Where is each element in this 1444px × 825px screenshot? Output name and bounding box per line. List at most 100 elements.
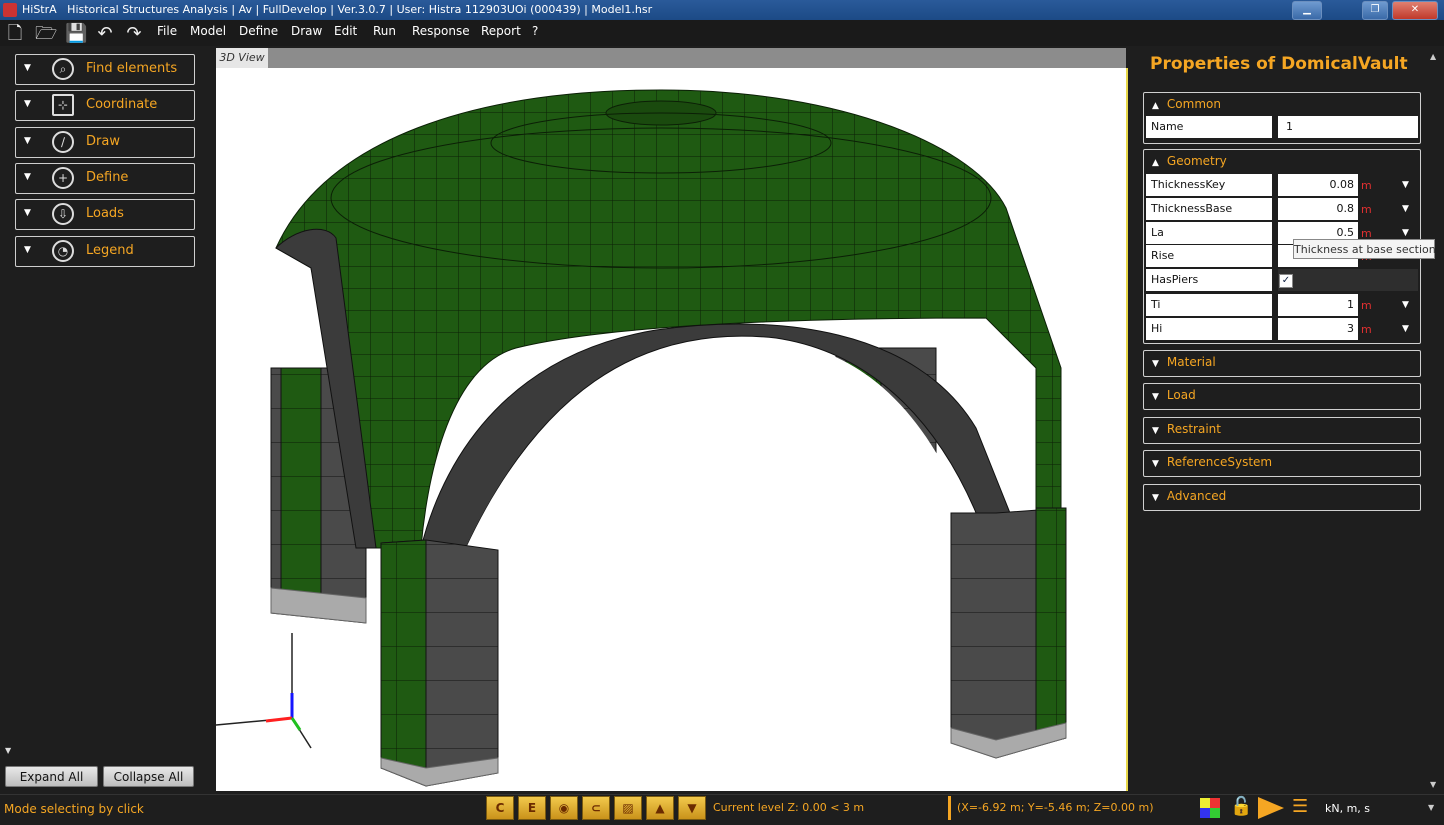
find-elements-button[interactable]: ▼ ⌕ Find elements	[15, 54, 195, 85]
minimize-button[interactable]: ▁	[1292, 1, 1322, 20]
prop-ti-label: Ti	[1146, 294, 1272, 316]
units-select[interactable]: kN, m, s	[1325, 802, 1370, 815]
dropdown-arrow-icon[interactable]: ▼	[1402, 180, 1409, 190]
menu-run[interactable]: Run	[373, 24, 396, 38]
menu-help[interactable]: ?	[532, 24, 538, 38]
prop-thicknesskey-input[interactable]: 0.08	[1278, 174, 1358, 196]
eye-icon[interactable]: ◉	[550, 796, 578, 820]
menu-response[interactable]: Response	[412, 24, 470, 38]
legend-button[interactable]: ▼ ◔ Legend	[15, 236, 195, 267]
magnifier-icon: ⌕	[52, 58, 74, 80]
menu-file[interactable]: File	[157, 24, 177, 38]
expand-arrow-icon: ▼	[24, 172, 31, 182]
collapse-triangle-icon: ▲	[1152, 101, 1159, 111]
prop-ti-input[interactable]: 1	[1278, 294, 1358, 316]
tooltip: Thickness at base section	[1293, 239, 1436, 259]
open-folder-icon[interactable]: 🗁	[35, 24, 57, 44]
close-button[interactable]: ✕	[1392, 1, 1438, 20]
loads-label: Loads	[86, 206, 124, 221]
expand-arrow-icon: ▼	[24, 208, 31, 218]
section-material[interactable]: ▼ Material	[1143, 350, 1421, 377]
menu-draw[interactable]: Draw	[291, 24, 322, 38]
define-label: Define	[86, 170, 129, 185]
collapse-all-button[interactable]: Collapse All	[103, 766, 194, 787]
section-common-label: Common	[1166, 97, 1221, 111]
draw-icon: ∕	[52, 131, 74, 153]
section-load[interactable]: ▼ Load	[1143, 383, 1421, 410]
name-field-input[interactable]: 1	[1278, 116, 1418, 138]
section-reference-system[interactable]: ▼ ReferenceSystem	[1143, 450, 1421, 477]
prop-thicknesskey-unit: m	[1361, 179, 1372, 192]
report-eye-icon[interactable]: ☰	[1292, 796, 1308, 817]
maximize-button[interactable]: ❐	[1362, 1, 1388, 20]
expand-arrow-icon: ▼	[24, 136, 31, 146]
menu-model[interactable]: Model	[190, 24, 226, 38]
dropdown-arrow-icon[interactable]: ▼	[1402, 324, 1409, 334]
color-palette-icon[interactable]	[1200, 798, 1220, 818]
status-divider	[948, 796, 951, 820]
expand-triangle-icon: ▼	[1152, 493, 1159, 503]
units-dropdown-arrow-icon[interactable]: ▼	[1428, 803, 1434, 812]
undo-icon[interactable]: ↶	[94, 24, 116, 44]
prop-hi-input[interactable]: 3	[1278, 318, 1358, 340]
triangle-down-icon[interactable]: ▼	[678, 796, 706, 820]
dropdown-arrow-icon[interactable]: ▼	[1402, 204, 1409, 214]
title-bar: HiStrA Historical Structures Analysis | …	[0, 0, 1444, 20]
prop-rise-label: Rise	[1146, 245, 1272, 267]
dropdown-arrow-icon[interactable]: ▼	[1402, 300, 1409, 310]
define-icon: +	[52, 167, 74, 189]
domical-vault-model	[216, 89, 1067, 791]
legend-label: Legend	[86, 243, 134, 258]
define-button[interactable]: ▼ + Define	[15, 163, 195, 194]
haspiers-checkbox[interactable]: ✓	[1279, 274, 1293, 288]
cursor-coordinates: (X=-6.92 m; Y=-5.46 m; Z=0.00 m)	[957, 801, 1154, 814]
section-advanced[interactable]: ▼ Advanced	[1143, 484, 1421, 511]
viewport-tab-strip	[268, 48, 1126, 68]
coordinate-label: Coordinate	[86, 97, 158, 112]
3d-viewport[interactable]	[216, 68, 1128, 791]
prop-hi-unit: m	[1361, 323, 1372, 336]
prop-haspiers-label: HasPiers	[1146, 269, 1272, 291]
menu-report[interactable]: Report	[481, 24, 521, 38]
draw-label: Draw	[86, 134, 120, 149]
prop-thicknessbase-unit: m	[1361, 203, 1372, 216]
legend-icon: ◔	[52, 240, 74, 262]
panel-collapse-arrow-icon[interactable]: ▼	[5, 746, 11, 755]
menu-edit[interactable]: Edit	[334, 24, 357, 38]
menu-define[interactable]: Define	[239, 24, 278, 38]
tab-3d-view[interactable]: 3D View	[216, 48, 268, 68]
section-restraint[interactable]: ▼ Restraint	[1143, 417, 1421, 444]
section-restraint-label: Restraint	[1166, 422, 1221, 436]
app-short-name: HiStrA	[22, 3, 57, 16]
properties-title: Properties of DomicalVault	[1150, 54, 1408, 74]
loads-icon: ⇩	[52, 203, 74, 225]
current-level: Current level Z: 0.00 < 3 m	[713, 801, 865, 814]
tool-e-button[interactable]: E	[518, 796, 546, 820]
app-icon	[3, 3, 17, 17]
tool-c-button[interactable]: C	[486, 796, 514, 820]
coordinate-button[interactable]: ▼ ⊹ Coordinate	[15, 90, 195, 121]
redo-icon[interactable]: ↷	[123, 24, 145, 44]
triangle-up-icon[interactable]: ▲	[646, 796, 674, 820]
ruler-icon[interactable]: ▨	[614, 796, 642, 820]
prop-thicknessbase-label: ThicknessBase	[1146, 198, 1272, 220]
scroll-up-icon[interactable]: ▲	[1430, 52, 1436, 61]
prop-hi-label: Hi	[1146, 318, 1272, 340]
section-advanced-label: Advanced	[1166, 489, 1227, 503]
scroll-down-icon[interactable]: ▼	[1430, 780, 1436, 789]
section-geometry-label: Geometry	[1166, 154, 1227, 168]
find-elements-label: Find elements	[86, 61, 178, 76]
save-icon[interactable]: 💾	[65, 24, 87, 44]
new-file-icon[interactable]: 🗋	[4, 24, 26, 44]
loads-button[interactable]: ▼ ⇩ Loads	[15, 199, 195, 230]
draw-button[interactable]: ▼ ∕ Draw	[15, 127, 195, 158]
dropdown-arrow-icon[interactable]: ▼	[1402, 228, 1409, 238]
magnet-icon[interactable]: ⊂	[582, 796, 610, 820]
expand-arrow-icon: ▼	[24, 63, 31, 73]
prop-thicknessbase-input[interactable]: 0.8	[1278, 198, 1358, 220]
lock-icon[interactable]: 🔓	[1230, 796, 1252, 817]
left-panel	[0, 46, 200, 794]
play-icon[interactable]	[1258, 797, 1284, 819]
expand-all-button[interactable]: Expand All	[5, 766, 98, 787]
expand-arrow-icon: ▼	[24, 99, 31, 109]
